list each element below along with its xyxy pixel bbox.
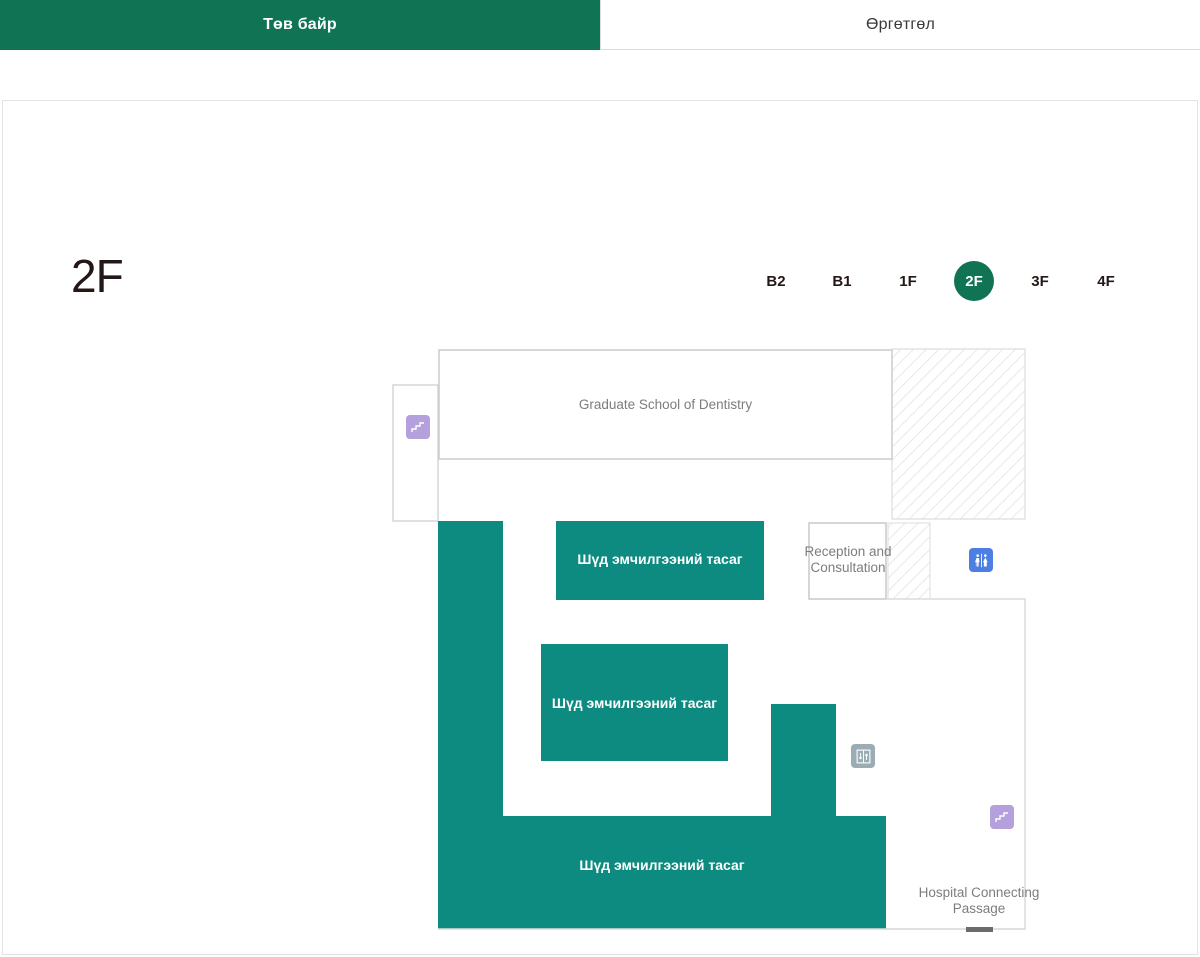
restroom-glyph bbox=[974, 553, 988, 567]
floor-button-b2[interactable]: B2 bbox=[743, 261, 809, 301]
hatched-zone-upper bbox=[891, 348, 1026, 520]
floor-plan-map bbox=[392, 348, 1026, 932]
elevator-icon[interactable] bbox=[851, 744, 875, 768]
room-graduate-school-of-dentistry[interactable] bbox=[438, 349, 893, 460]
tab-annex-building-label: Өргөтгөл bbox=[865, 15, 936, 33]
floor-button-4f-label: 4F bbox=[1097, 272, 1115, 290]
elevator-glyph bbox=[856, 749, 870, 763]
tab-main-building[interactable]: Төв байр bbox=[0, 0, 600, 50]
room-label-connecting-passage: Hospital Connecting Passage bbox=[918, 885, 1040, 916]
floor-button-b1[interactable]: B1 bbox=[809, 261, 875, 301]
area-hospital-connecting-passage[interactable] bbox=[886, 598, 1026, 930]
stairs-icon[interactable] bbox=[990, 805, 1014, 829]
floor-selector: B2 B1 1F 2F 3F 4F bbox=[743, 261, 1143, 301]
floor-button-2f[interactable]: 2F bbox=[941, 261, 1007, 301]
floor-button-2f-label: 2F bbox=[954, 261, 994, 301]
page-title: 2F bbox=[71, 250, 124, 302]
floor-button-4f[interactable]: 4F bbox=[1073, 261, 1139, 301]
tab-main-building-label: Төв байр bbox=[263, 15, 337, 33]
floor-button-3f[interactable]: 3F bbox=[1007, 261, 1073, 301]
floor-button-b1-label: B1 bbox=[832, 272, 852, 290]
restroom-icon[interactable] bbox=[969, 548, 993, 572]
stairs-glyph bbox=[995, 812, 1008, 822]
stairs-glyph bbox=[411, 422, 424, 432]
room-dental-stub-right[interactable] bbox=[771, 704, 836, 816]
room-dental-treatment-dept-3[interactable] bbox=[438, 816, 886, 929]
stairwell-outline-left bbox=[392, 384, 439, 522]
tab-annex-building[interactable]: Өргөтгөл bbox=[600, 0, 1200, 50]
floor-map-panel: 2F B2 B1 1F 2F 3F 4F Graduate School of … bbox=[2, 100, 1198, 955]
building-tab-bar: Төв байр Өргөтгөл bbox=[0, 0, 1200, 50]
room-dental-treatment-dept-2[interactable] bbox=[541, 644, 728, 761]
floor-button-3f-label: 3F bbox=[1031, 272, 1049, 290]
stairs-icon[interactable] bbox=[406, 415, 430, 439]
room-dental-treatment-dept-1[interactable] bbox=[556, 521, 764, 600]
floor-button-b2-label: B2 bbox=[766, 272, 786, 290]
room-dental-corridor-left[interactable] bbox=[438, 521, 503, 816]
hatched-zone-lower bbox=[887, 522, 931, 600]
floor-button-1f-label: 1F bbox=[899, 272, 917, 290]
room-reception-and-consultation[interactable] bbox=[808, 522, 887, 600]
panel-spacer bbox=[0, 50, 1200, 100]
floor-button-1f[interactable]: 1F bbox=[875, 261, 941, 301]
